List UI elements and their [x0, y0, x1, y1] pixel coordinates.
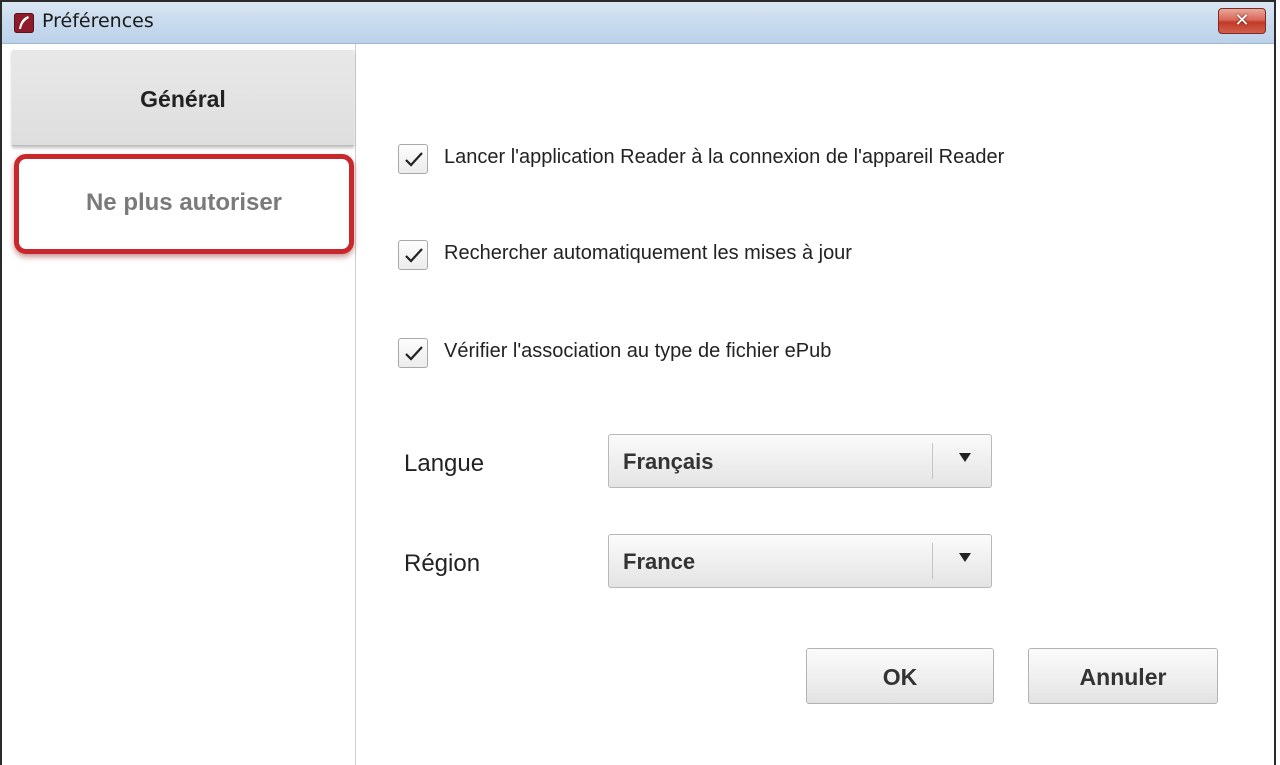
- region-label: Région: [404, 550, 481, 577]
- ok-button-label: OK: [882, 664, 918, 690]
- region-select-value: France: [623, 549, 696, 574]
- region-select[interactable]: France: [608, 534, 992, 588]
- cancel-button-label: Annuler: [1079, 664, 1167, 690]
- language-label: Langue: [404, 450, 485, 477]
- sidebar-item-general[interactable]: Général: [12, 50, 354, 146]
- language-select-value: Français: [623, 449, 714, 474]
- preferences-window: Préférences ✕ Général Ne plus autoriser …: [0, 0, 1276, 765]
- ok-button[interactable]: OK: [806, 648, 994, 704]
- general-settings-panel: Lancer l'application Reader à la connexi…: [356, 44, 1274, 765]
- close-button[interactable]: ✕: [1218, 8, 1266, 34]
- sidebar-item-deauthorize[interactable]: Ne plus autoriser: [14, 154, 354, 254]
- epub-association-label: Vérifier l'association au type de fichie…: [444, 340, 832, 362]
- chevron-down-icon[interactable]: [959, 453, 971, 462]
- auto-update-checkbox[interactable]: [398, 240, 428, 270]
- close-icon: ✕: [1234, 10, 1250, 30]
- sidebar-item-label: Ne plus autoriser: [85, 189, 283, 216]
- cancel-button[interactable]: Annuler: [1028, 648, 1218, 704]
- launch-on-connect-checkbox[interactable]: [398, 144, 428, 174]
- sidebar-item-label: Général: [140, 86, 226, 112]
- auto-update-label: Rechercher automatiquement les mises à j…: [444, 242, 852, 264]
- window-title: Préférences: [42, 10, 154, 32]
- sidebar: Général Ne plus autoriser: [2, 44, 356, 765]
- title-bar[interactable]: Préférences ✕: [2, 2, 1274, 44]
- select-divider: [932, 443, 933, 479]
- select-divider: [932, 543, 933, 579]
- reader-feather-icon: [14, 13, 34, 33]
- epub-association-checkbox[interactable]: [398, 338, 428, 368]
- checkmark-icon: [405, 346, 423, 361]
- launch-on-connect-label: Lancer l'application Reader à la connexi…: [444, 146, 1005, 168]
- checkmark-icon: [405, 248, 423, 263]
- checkmark-icon: [405, 152, 423, 167]
- language-select[interactable]: Français: [608, 434, 992, 488]
- chevron-down-icon[interactable]: [959, 553, 971, 562]
